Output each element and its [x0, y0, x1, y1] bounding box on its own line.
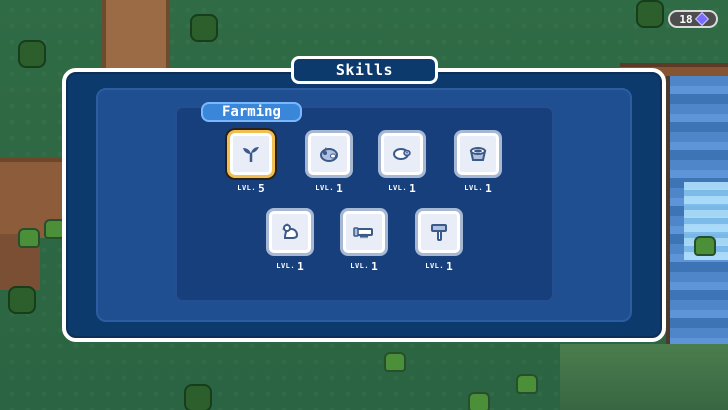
skill-level: LVL. 1 — [266, 258, 314, 274]
bush — [384, 352, 406, 372]
skill-card-chicken[interactable]: LVL. 1 — [266, 208, 318, 280]
level-value: 1 — [297, 260, 304, 273]
bush — [468, 392, 490, 410]
sheep-icon — [393, 148, 411, 160]
skill-card-saw[interactable]: LVL. 1 — [340, 208, 392, 280]
tree — [636, 0, 664, 28]
skill-level: LVL. 1 — [415, 258, 463, 274]
skill-card-sheep[interactable]: LVL. 1 — [378, 130, 430, 202]
skill-button[interactable] — [415, 208, 463, 256]
level-value: 1 — [371, 260, 378, 273]
skill-card-sprout[interactable]: LVL. 5 — [227, 130, 279, 202]
pot-icon — [469, 147, 487, 161]
level-prefix: LVL. — [464, 184, 484, 192]
level-prefix: LVL. — [315, 184, 335, 192]
sprout-icon — [243, 147, 259, 162]
level-value: 5 — [258, 182, 265, 195]
skill-level: LVL. 1 — [378, 180, 426, 196]
skill-level: LVL. 5 — [227, 180, 275, 196]
skill-button[interactable] — [454, 130, 502, 178]
level-value: 1 — [409, 182, 416, 195]
level-value: 1 — [336, 182, 343, 195]
level-prefix: LVL. — [350, 262, 370, 270]
skill-button[interactable] — [305, 130, 353, 178]
skill-button[interactable] — [378, 130, 426, 178]
level-value: 1 — [446, 260, 453, 273]
level-prefix: LVL. — [425, 262, 445, 270]
level-prefix: LVL. — [388, 184, 408, 192]
skill-button[interactable] — [340, 208, 388, 256]
skill-level: LVL. 1 — [454, 180, 502, 196]
skill-button[interactable] — [227, 130, 275, 178]
tree — [8, 286, 36, 314]
level-prefix: LVL. — [237, 184, 257, 192]
currency-badge: 18 — [668, 10, 718, 28]
category-tab-farming[interactable]: Farming — [201, 102, 302, 122]
level-value: 1 — [485, 182, 492, 195]
chicken-icon — [282, 223, 299, 239]
bush — [694, 236, 716, 256]
bush — [516, 374, 538, 394]
saw-icon — [353, 227, 373, 239]
tree — [190, 14, 218, 42]
dirt-path-top — [102, 0, 170, 72]
skill-button[interactable] — [266, 208, 314, 256]
skill-card-hammer[interactable]: LVL. 1 — [415, 208, 467, 280]
grass-bank-bottom — [560, 344, 728, 410]
crystal-icon — [694, 11, 709, 27]
pig-icon — [320, 147, 338, 162]
hammer-icon — [431, 224, 447, 241]
skill-level: LVL. 1 — [340, 258, 388, 274]
skill-level: LVL. 1 — [305, 180, 353, 196]
tree — [184, 384, 212, 410]
bush — [18, 228, 40, 248]
skill-card-pot[interactable]: LVL. 1 — [454, 130, 506, 202]
skill-card-pig[interactable]: LVL. 1 — [305, 130, 357, 202]
modal-title: Skills — [291, 56, 438, 84]
level-prefix: LVL. — [276, 262, 296, 270]
tree — [18, 40, 46, 68]
currency-count: 18 — [679, 12, 693, 26]
